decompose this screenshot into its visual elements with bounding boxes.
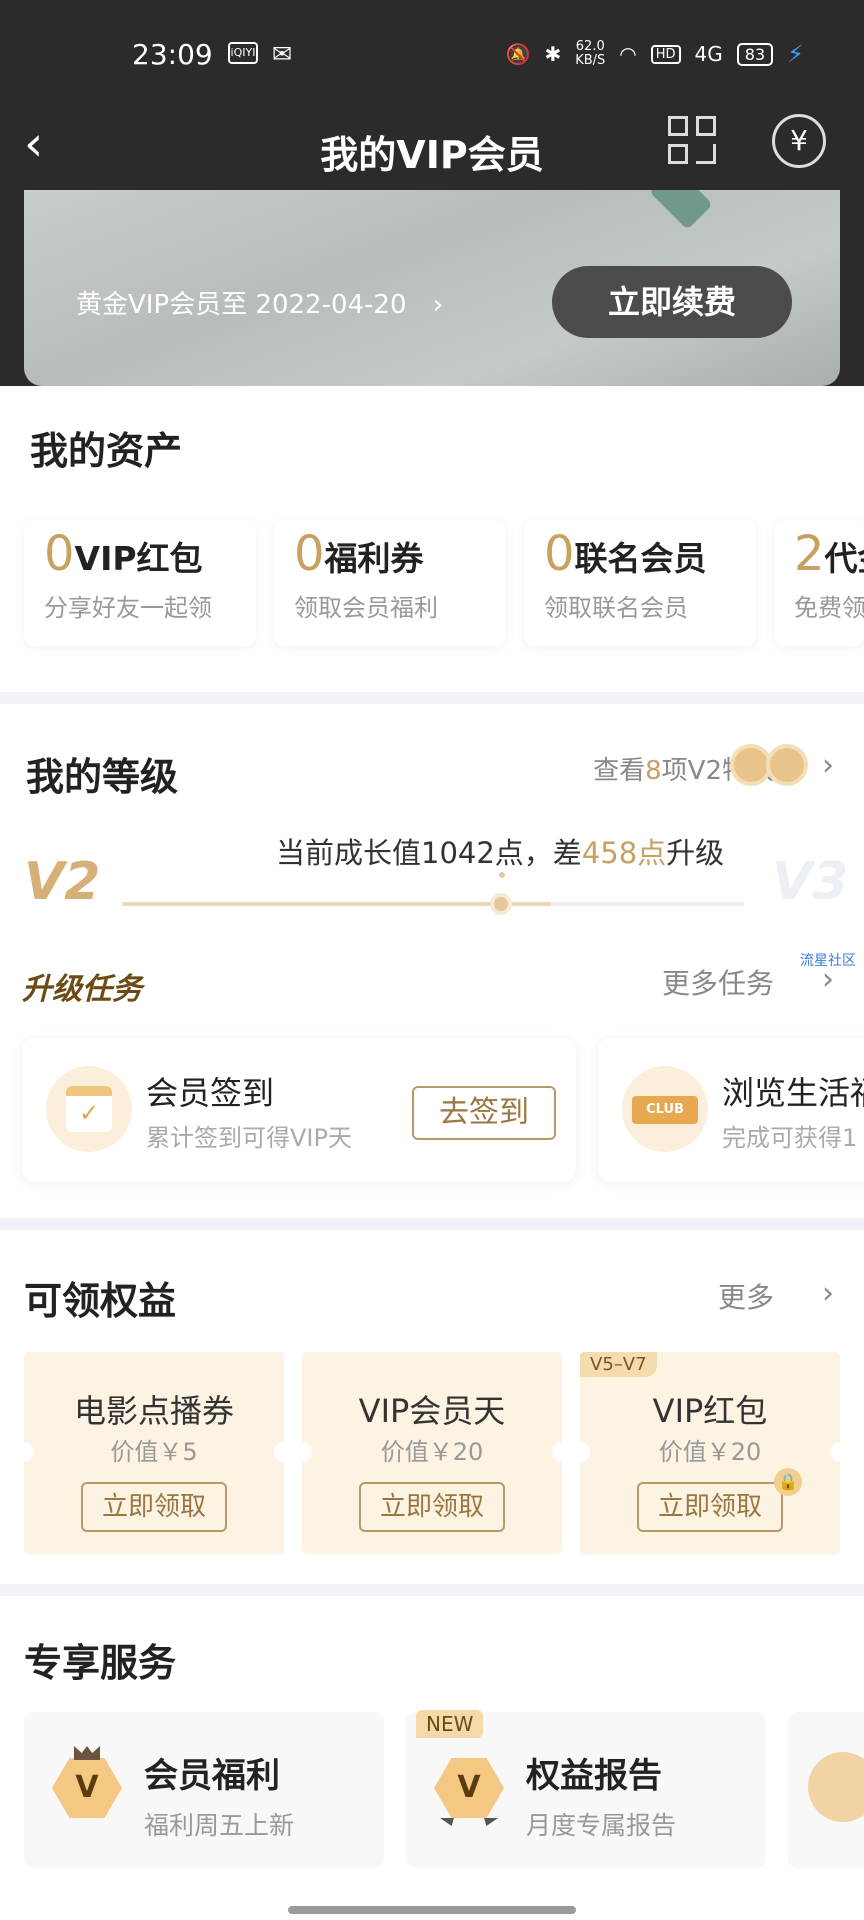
vip-expiry[interactable]: 黄金VIP会员至 2022-04-20 › <box>76 284 443 321</box>
signal-icon: 4G <box>694 42 723 66</box>
coin-icon[interactable]: ¥ <box>772 114 826 168</box>
claim-button[interactable]: 立即领取 <box>81 1482 227 1532</box>
level-title: 我的等级 <box>26 755 179 799</box>
qr-code-icon[interactable] <box>668 116 718 166</box>
assets-row: 0VIP红包 分享好友一起领 0福利券 领取会员福利 0联名会员 领取联名会员 … <box>24 520 864 646</box>
more-tasks-link[interactable]: 更多任务 <box>662 962 774 1002</box>
benefit-card-movie[interactable]: 电影点播券 价值￥5 立即领取 <box>14 1352 294 1554</box>
chevron-right-icon[interactable]: › <box>822 748 834 783</box>
chevron-right-icon: › <box>432 290 444 320</box>
watermark-text: 流星社区 <box>800 953 856 969</box>
calendar-icon: ✓ <box>46 1066 132 1152</box>
privilege-badges-icon <box>730 744 812 788</box>
status-time: 23:09 <box>132 38 213 71</box>
assets-title: 我的资产 <box>30 429 183 473</box>
asset-card-co-branded[interactable]: 0联名会员 领取联名会员 <box>524 520 756 646</box>
asset-card-vip-hongbao[interactable]: 0VIP红包 分享好友一起领 <box>24 520 256 646</box>
next-level-label: V3 <box>772 852 849 912</box>
claim-button[interactable]: 立即领取 <box>359 1482 505 1532</box>
renew-button[interactable]: 立即续费 <box>552 266 792 338</box>
progress-thumb <box>490 893 512 915</box>
services-title: 专享服务 <box>24 1641 177 1685</box>
asset-card-coupon[interactable]: 0福利券 领取会员福利 <box>274 520 506 646</box>
film-reel-icon <box>808 1752 864 1822</box>
wechat-icon: ✉ <box>272 40 293 68</box>
bluetooth-icon: ✱ <box>544 42 562 66</box>
section-divider <box>0 1584 864 1596</box>
wifi-icon: ◠ <box>619 42 637 66</box>
growth-value-text: 当前成长值1042点，差458点升级 <box>276 836 725 870</box>
task-card-checkin[interactable]: ✓ 会员签到 累计签到可得VIP天 去签到 <box>22 1038 576 1182</box>
vip-card: 黄金VIP会员至 2022-04-20 › 立即续费 <box>24 190 840 386</box>
status-bar: 23:09 iQIYI ✉ 🔕 ✱ 62.0 KB/S ◠ HD 4G 83 ⚡ <box>0 0 864 110</box>
mute-icon: 🔕 <box>505 42 531 66</box>
progress-marker-dot <box>499 872 505 878</box>
level-progress-bar <box>122 902 744 906</box>
current-level-label: V2 <box>24 852 101 912</box>
upgrade-tasks-title: 升级任务 <box>22 972 142 1007</box>
service-card-more[interactable] <box>788 1712 864 1868</box>
home-indicator[interactable] <box>288 1906 576 1914</box>
section-divider <box>0 1218 864 1230</box>
crown-v-icon: V <box>52 1746 122 1822</box>
chevron-right-icon[interactable]: › <box>822 1276 834 1311</box>
benefit-card-vip-days[interactable]: VIP会员天 价值￥20 立即领取 <box>292 1352 572 1554</box>
club-icon: CLUB <box>622 1066 708 1152</box>
section-divider <box>0 692 864 704</box>
page-title: 我的VIP会员 <box>320 133 544 177</box>
claim-button[interactable]: 立即领取 <box>637 1482 783 1532</box>
benefit-card-vip-hongbao[interactable]: V5–V7 VIP红包 价值￥20 立即领取 🔒 <box>570 1352 850 1554</box>
more-benefits-link[interactable]: 更多 <box>718 1276 774 1316</box>
battery-icon: 83 <box>736 42 774 66</box>
level-progress-fill <box>122 902 552 906</box>
benefits-title: 可领权益 <box>24 1279 177 1323</box>
app-header: ‹ 我的VIP会员 ¥ <box>0 110 864 190</box>
lock-icon: 🔒 <box>774 1468 802 1496</box>
hd-icon: HD <box>650 44 681 64</box>
asset-card-voucher[interactable]: 2代金 免费领 <box>774 520 864 646</box>
medal-v-icon: V <box>434 1752 504 1826</box>
charging-icon: ⚡ <box>787 40 804 68</box>
service-card-welfare[interactable]: V 会员福利 福利周五上新 <box>24 1712 384 1868</box>
gem-icon <box>649 190 713 230</box>
task-card-browse[interactable]: CLUB 浏览生活福 完成可获得1 <box>598 1038 864 1182</box>
status-icons: 🔕 ✱ 62.0 KB/S ◠ HD 4G 83 ⚡ <box>505 39 804 69</box>
new-badge: NEW <box>416 1710 484 1738</box>
vip-card-wrapper: 黄金VIP会员至 2022-04-20 › 立即续费 <box>0 190 864 386</box>
network-speed: 62.0 KB/S <box>575 39 606 68</box>
iqiyi-icon: iQIYI <box>228 42 258 64</box>
checkin-button[interactable]: 去签到 <box>412 1086 556 1140</box>
level-range-badge: V5–V7 <box>580 1352 657 1377</box>
